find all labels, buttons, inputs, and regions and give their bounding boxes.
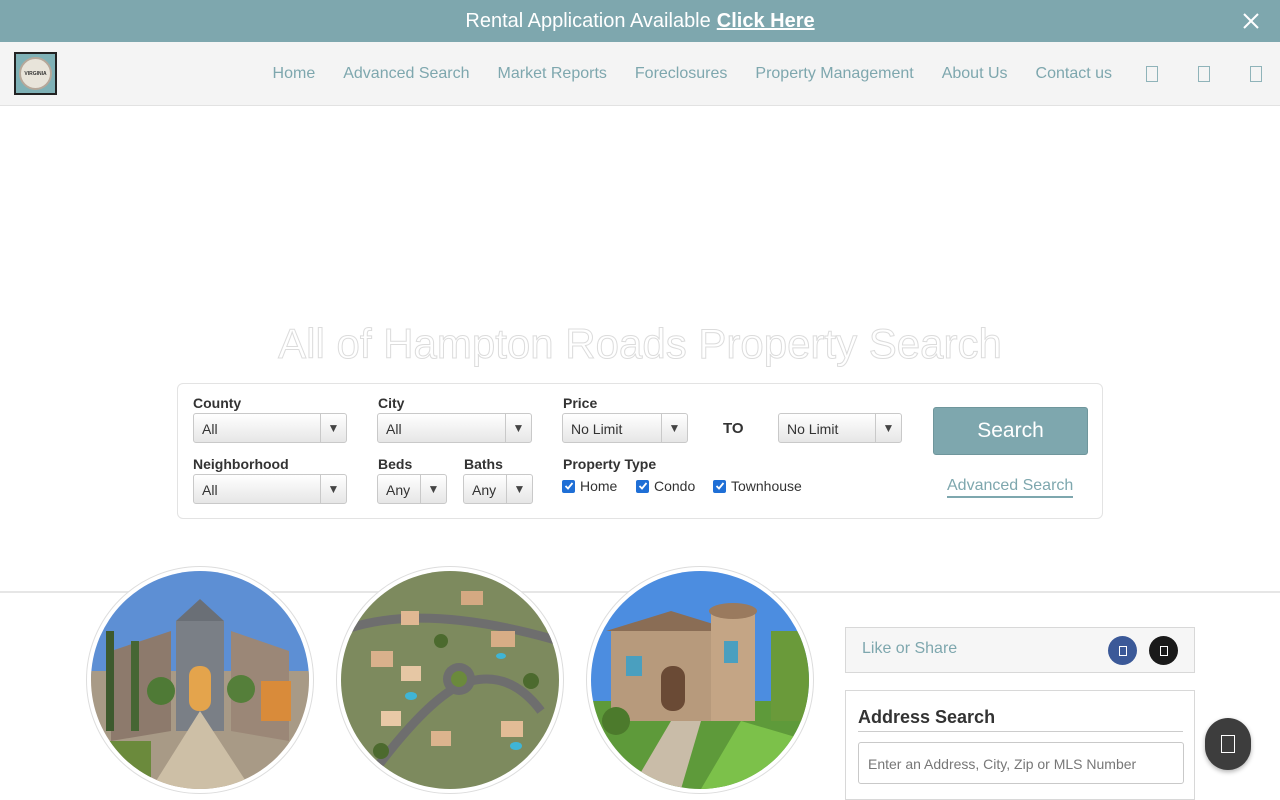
menu-icon[interactable] (1250, 66, 1262, 82)
chevron-down-icon: ▼ (320, 414, 346, 442)
nav-menu: Home Advanced Search Market Reports Fore… (245, 42, 1280, 106)
city-select[interactable]: All ▼ (377, 413, 532, 443)
beds-value: Any (386, 482, 411, 498)
neighborhood-label: Neighborhood (193, 456, 289, 472)
featured-photo-aerial[interactable] (336, 566, 564, 794)
checkmark-icon (713, 479, 726, 493)
like-share-box: Like or Share (845, 627, 1195, 673)
price-min-value: No Limit (571, 421, 623, 437)
chevron-down-icon: ▼ (420, 475, 446, 503)
property-search-panel: County All ▼ City All ▼ Price No Limit ▼… (177, 383, 1103, 519)
chevron-down-icon: ▼ (506, 475, 532, 503)
city-label: City (378, 395, 405, 411)
baths-label: Baths (464, 456, 503, 472)
checkbox-condo-label: Condo (654, 478, 696, 494)
county-value: All (202, 421, 218, 437)
price-label: Price (563, 395, 598, 411)
nav-item-foreclosures[interactable]: Foreclosures (635, 65, 727, 83)
chat-button[interactable] (1205, 718, 1251, 770)
checkmark-icon (636, 479, 649, 493)
chevron-down-icon: ▼ (875, 414, 901, 442)
neighborhood-value: All (202, 482, 218, 498)
nav-item-contact-us[interactable]: Contact us (1036, 65, 1112, 83)
chevron-down-icon: ▼ (505, 414, 531, 442)
like-share-label: Like or Share (862, 640, 958, 657)
villa-house-image (591, 571, 809, 789)
featured-photo-courtyard[interactable] (86, 566, 314, 794)
checkmark-icon (562, 479, 575, 493)
price-min-select[interactable]: No Limit ▼ (562, 413, 688, 443)
x-icon[interactable] (1149, 636, 1178, 665)
nav-item-market-reports[interactable]: Market Reports (498, 65, 607, 83)
county-label: County (193, 395, 242, 411)
chat-icon (1221, 735, 1235, 753)
checkbox-home-label: Home (580, 478, 618, 494)
checkbox-townhouse-label: Townhouse (731, 478, 802, 494)
baths-select[interactable]: Any ▼ (463, 474, 533, 504)
price-max-select[interactable]: No Limit ▼ (778, 413, 902, 443)
hero-title: All of Hampton Roads Property Search (278, 320, 1003, 368)
beds-select[interactable]: Any ▼ (377, 474, 447, 504)
heart-icon[interactable] (1198, 66, 1210, 82)
checkbox-townhouse[interactable]: Townhouse (713, 478, 802, 494)
address-search-input[interactable]: Enter an Address, City, Zip or MLS Numbe… (858, 742, 1184, 784)
divider (858, 731, 1183, 732)
address-search-title: Address Search (858, 707, 996, 727)
nav-item-property-management[interactable]: Property Management (755, 65, 913, 83)
city-value: All (386, 421, 402, 437)
checkbox-home[interactable]: Home (562, 478, 617, 494)
baths-value: Any (472, 482, 497, 498)
property-type-label: Property Type (563, 456, 657, 472)
beds-label: Beds (378, 456, 413, 472)
logo-emblem: VIRGINIA (19, 57, 52, 90)
user-icon[interactable] (1146, 66, 1158, 82)
main-navigation: VIRGINIA Home Advanced Search Market Rep… (0, 42, 1280, 106)
chevron-down-icon: ▼ (320, 475, 346, 503)
nav-item-about-us[interactable]: About Us (942, 65, 1008, 83)
nav-item-advanced-search[interactable]: Advanced Search (343, 65, 469, 83)
close-icon[interactable] (1240, 10, 1262, 32)
nav-item-home[interactable]: Home (273, 65, 316, 83)
advanced-search-link[interactable]: Advanced Search (947, 477, 1074, 498)
neighborhood-select[interactable]: All ▼ (193, 474, 347, 504)
address-search-box: Address Search Enter an Address, City, Z… (845, 690, 1195, 800)
aerial-neighborhood-image (341, 571, 559, 789)
house-courtyard-image (91, 571, 309, 789)
banner-text: Rental Application Available (465, 9, 711, 32)
chevron-down-icon: ▼ (661, 414, 687, 442)
county-select[interactable]: All ▼ (193, 413, 347, 443)
price-max-value: No Limit (787, 421, 839, 437)
banner-link[interactable]: Click Here (717, 10, 815, 33)
price-to-label: TO (723, 420, 744, 437)
rental-banner: Rental Application Available Click Here (0, 0, 1280, 42)
featured-photo-villa[interactable] (586, 566, 814, 794)
checkbox-condo[interactable]: Condo (636, 478, 695, 494)
site-logo[interactable]: VIRGINIA (14, 52, 57, 95)
search-button[interactable]: Search (933, 407, 1088, 455)
facebook-icon[interactable] (1108, 636, 1137, 665)
